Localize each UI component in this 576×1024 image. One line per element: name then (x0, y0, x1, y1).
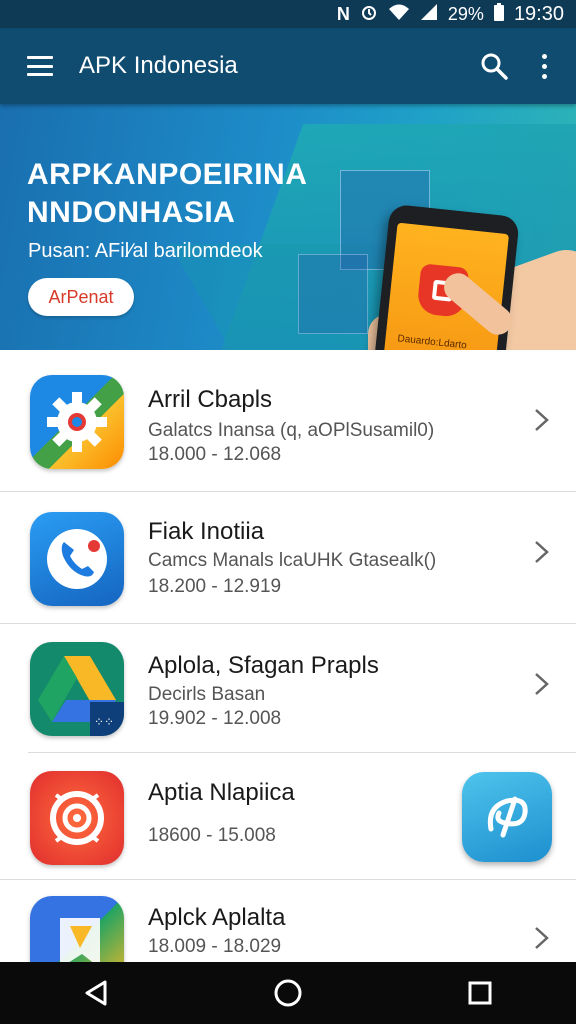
app-subtitle: Galatcs Inansa (q, aOPlSusamil0) (148, 420, 435, 441)
battery-percent: 29% (447, 3, 484, 24)
gear-icon (30, 375, 124, 469)
menu-icon[interactable] (27, 56, 53, 76)
app-meta: 18.009 - 18.029 (148, 936, 282, 957)
app-title: Aptia Nlapiica (148, 779, 295, 806)
app-meta: 18.000 - 12.068 (148, 444, 282, 465)
app-subtitle: Camcs Manals lcaUHK Gtasealk() (148, 550, 437, 571)
app-title: Aplck Aplalta (148, 904, 286, 931)
alarm-icon (360, 3, 378, 26)
signal-icon (420, 3, 438, 26)
drive-icon: ⁘⁘ (30, 642, 124, 736)
app-meta: 18.200 - 12.919 (148, 576, 282, 597)
phone-icon (30, 512, 124, 606)
target-icon (30, 771, 124, 865)
app-meta: 19.902 - 12.008 (148, 708, 282, 729)
wifi-icon (388, 3, 410, 26)
phone-screen-text: Dauardo:Ldarto (396, 333, 468, 350)
search-icon[interactable] (474, 46, 514, 86)
list-item[interactable]: Arril Cbapls Galatcs Inansa (q, aOPlSusa… (0, 350, 576, 491)
app-title: APK Indonesia (79, 52, 238, 79)
status-bar: N 29% 19:30 (0, 0, 576, 28)
app-bar: APK Indonesia (0, 28, 576, 104)
banner-button[interactable]: ArPenat (28, 278, 134, 316)
chevron-right-icon (535, 409, 549, 431)
app-title: Arril Cbapls (148, 386, 273, 413)
app-meta: 18600 - 15.008 (148, 825, 276, 846)
chevron-right-icon (535, 927, 549, 949)
chevron-right-icon (535, 673, 549, 695)
banner-subtitle: Pusan: AFil∕al barilomdeok (28, 240, 263, 262)
app-title: Fiak Inotiia (148, 518, 265, 545)
list-item[interactable]: Aplck Aplalta 18.009 - 18.029 (0, 880, 576, 990)
list-item[interactable]: Fiak Inotiia Camcs Manals lcaUHK Gtaseal… (0, 492, 576, 623)
navigation-bar (0, 962, 576, 1024)
banner-title-line1: ARPKANPOEIRINA (27, 158, 308, 191)
banner-title-line2: NNDONHASIA (27, 196, 236, 229)
app-title: Aplola, Sfagan Prapls (148, 652, 379, 679)
more-vert-icon[interactable] (532, 46, 556, 86)
recents-icon[interactable] (450, 968, 510, 1018)
banner-title: ARPKANPOEIRINA NNDONHASIA (27, 156, 327, 232)
app-subtitle: Decirls Basan (148, 684, 266, 705)
floating-app-icon[interactable] (462, 772, 552, 862)
back-icon[interactable] (66, 968, 126, 1018)
home-icon[interactable] (258, 968, 318, 1018)
chevron-right-icon (535, 541, 549, 563)
battery-icon (493, 2, 504, 26)
list-item[interactable]: ⁘⁘ Aplola, Sfagan Prapls Decirls Basan 1… (0, 624, 576, 752)
svg-text:⁘⁘: ⁘⁘ (94, 715, 114, 729)
status-time: 19:30 (513, 2, 564, 25)
nfc-icon: N (336, 3, 350, 24)
banner-decoration (298, 254, 368, 334)
promo-banner[interactable]: ARPKANPOEIRINA NNDONHASIA Pusan: AFil∕al… (0, 104, 576, 350)
